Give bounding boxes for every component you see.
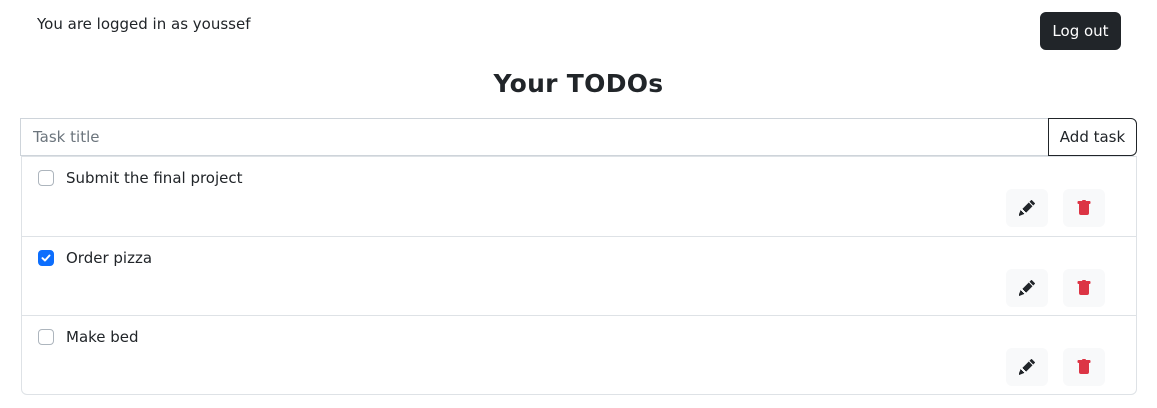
trash-icon — [1077, 280, 1091, 295]
delete-task-button[interactable] — [1063, 189, 1105, 227]
task-title: Submit the final project — [66, 169, 243, 187]
task-title: Make bed — [66, 328, 139, 346]
login-status-text: You are logged in as youssef — [37, 15, 251, 33]
task-title-input[interactable] — [20, 118, 1048, 156]
task-checkbox[interactable] — [38, 250, 54, 266]
page-title: Your TODOs — [493, 69, 664, 98]
task-item: Order pizza — [22, 236, 1136, 315]
task-checkbox[interactable] — [38, 329, 54, 345]
delete-task-button[interactable] — [1063, 269, 1105, 307]
add-task-form: Add task — [20, 118, 1137, 156]
edit-task-button[interactable] — [1006, 189, 1048, 227]
edit-task-button[interactable] — [1006, 269, 1048, 307]
task-title: Order pizza — [66, 249, 153, 267]
logout-button[interactable]: Log out — [1040, 12, 1121, 50]
trash-icon — [1077, 200, 1091, 215]
task-list: Submit the final project Order pizza Mak… — [21, 156, 1137, 395]
edit-task-button[interactable] — [1006, 348, 1048, 386]
trash-icon — [1077, 359, 1091, 374]
task-checkbox[interactable] — [38, 170, 54, 186]
checkmark-icon — [41, 254, 51, 262]
task-item: Make bed — [22, 315, 1136, 394]
add-task-button[interactable]: Add task — [1048, 118, 1137, 156]
pencil-icon — [1019, 359, 1035, 375]
delete-task-button[interactable] — [1063, 348, 1105, 386]
pencil-icon — [1019, 200, 1035, 216]
pencil-icon — [1019, 280, 1035, 296]
task-item: Submit the final project — [22, 157, 1136, 236]
